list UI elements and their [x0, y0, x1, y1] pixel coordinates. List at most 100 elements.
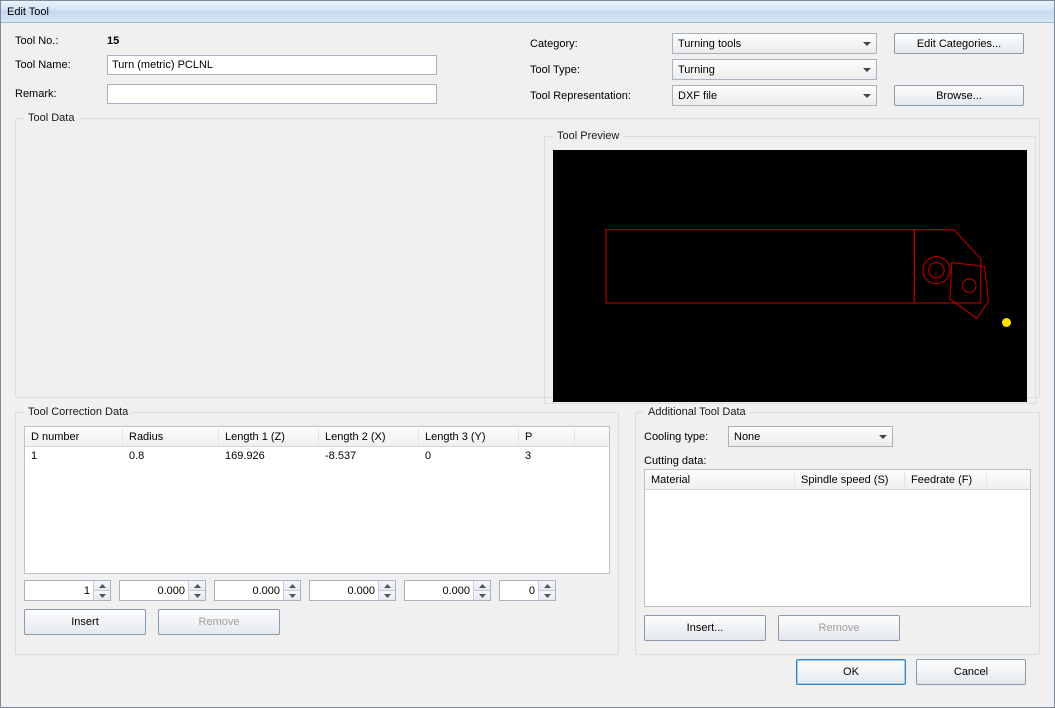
lower-right: Additional Tool Data Cooling type: None … — [635, 406, 1040, 655]
spinner[interactable] — [24, 580, 111, 601]
spinner[interactable] — [119, 580, 206, 601]
spinner-arrows — [93, 581, 110, 600]
col-header[interactable]: D number — [25, 429, 123, 445]
lower: Tool Correction Data D numberRadiusLengt… — [15, 406, 1040, 655]
tool-type-value: Turning — [678, 64, 715, 76]
col-header[interactable]: Length 1 (Z) — [219, 429, 319, 445]
correction-body: 10.8169.926-8.53703 — [25, 447, 609, 465]
spinner-input[interactable] — [405, 581, 473, 600]
correction-header-row: D numberRadiusLength 1 (Z)Length 2 (X)Le… — [25, 427, 609, 447]
label-remark: Remark: — [15, 88, 107, 100]
tool-correction-legend: Tool Correction Data — [24, 406, 132, 418]
cooling-value: None — [734, 431, 760, 443]
spinner-up-icon[interactable] — [189, 581, 205, 591]
tool-drawing-svg — [553, 150, 1027, 402]
correction-table[interactable]: D numberRadiusLength 1 (Z)Length 2 (X)Le… — [24, 426, 610, 574]
spinner-down-icon[interactable] — [189, 591, 205, 600]
spinner-up-icon[interactable] — [284, 581, 300, 591]
spinner-down-icon[interactable] — [379, 591, 395, 600]
edit-categories-button[interactable]: Edit Categories... — [894, 33, 1024, 54]
remove-cutting-button[interactable]: Remove — [778, 615, 900, 641]
col-header[interactable]: P — [519, 429, 575, 445]
label-tool-type: Tool Type: — [530, 64, 660, 76]
spinner-row — [24, 580, 610, 601]
titlebar: Edit Tool — [1, 1, 1054, 23]
spinner-arrows — [473, 581, 490, 600]
ok-button[interactable]: OK — [796, 659, 906, 685]
table-cell: 169.926 — [219, 448, 319, 464]
top-row: Tool No.: 15 Tool Name: Remark: Category… — [15, 33, 1040, 106]
spinner-input[interactable] — [310, 581, 378, 600]
col-header[interactable]: Length 2 (X) — [319, 429, 419, 445]
table-cell: -8.537 — [319, 448, 419, 464]
spinner[interactable] — [404, 580, 491, 601]
top-left: Tool No.: 15 Tool Name: Remark: — [15, 33, 510, 106]
spinner-input[interactable] — [215, 581, 283, 600]
cutting-buttons: Insert... Remove — [644, 615, 1031, 641]
additional-legend: Additional Tool Data — [644, 406, 750, 418]
category-combo[interactable]: Turning tools — [672, 33, 877, 54]
dialog-window: Edit Tool Tool No.: 15 Tool Name: Remark… — [0, 0, 1055, 708]
table-cell: 0.8 — [123, 448, 219, 464]
spinner-arrows — [538, 581, 555, 600]
cooling-combo[interactable]: None — [728, 426, 893, 447]
tool-preview-canvas — [553, 150, 1027, 402]
tool-correction-group: Tool Correction Data D numberRadiusLengt… — [15, 406, 619, 655]
category-value: Turning tools — [678, 38, 741, 50]
spinner-input[interactable] — [500, 581, 538, 600]
browse-button[interactable]: Browse... — [894, 85, 1024, 106]
col-header[interactable]: Radius — [123, 429, 219, 445]
table-row[interactable]: 10.8169.926-8.53703 — [25, 447, 609, 465]
correction-buttons: Insert Remove — [24, 609, 610, 635]
insert-cutting-button[interactable]: Insert... — [644, 615, 766, 641]
remark-input[interactable] — [107, 84, 437, 104]
tool-repr-combo[interactable]: DXF file — [672, 85, 877, 106]
tool-repr-value: DXF file — [678, 90, 717, 102]
tool-type-combo[interactable]: Turning — [672, 59, 877, 80]
col-header[interactable]: Spindle speed (S) — [795, 472, 905, 488]
middle: Tool Data Tool Preview — [15, 112, 1040, 398]
spinner-down-icon[interactable] — [539, 591, 555, 600]
spinner[interactable] — [214, 580, 301, 601]
remove-button[interactable]: Remove — [158, 609, 280, 635]
cutting-table[interactable]: MaterialSpindle speed (S)Feedrate (F) — [644, 469, 1031, 607]
spinner-up-icon[interactable] — [474, 581, 490, 591]
tool-data-legend: Tool Data — [24, 112, 78, 124]
spinner-input[interactable] — [120, 581, 188, 600]
dialog-content: Tool No.: 15 Tool Name: Remark: Category… — [1, 23, 1054, 707]
spinner-up-icon[interactable] — [539, 581, 555, 591]
cooling-row: Cooling type: None — [644, 426, 1031, 447]
spinner[interactable] — [499, 580, 556, 601]
insert-button[interactable]: Insert — [24, 609, 146, 635]
additional-tool-data-group: Additional Tool Data Cooling type: None … — [635, 406, 1040, 655]
tool-preview-legend: Tool Preview — [553, 130, 623, 142]
spinner-input[interactable] — [25, 581, 93, 600]
spinner-down-icon[interactable] — [94, 591, 110, 600]
window-title: Edit Tool — [7, 6, 49, 18]
spinner-arrows — [188, 581, 205, 600]
spinner-down-icon[interactable] — [474, 591, 490, 600]
tool-name-input[interactable] — [107, 55, 437, 75]
col-header[interactable]: Feedrate (F) — [905, 472, 987, 488]
label-tool-repr: Tool Representation: — [530, 90, 660, 102]
col-header[interactable]: Length 3 (Y) — [419, 429, 519, 445]
label-cooling: Cooling type: — [644, 431, 720, 443]
lower-left: Tool Correction Data D numberRadiusLengt… — [15, 406, 619, 655]
origin-marker-icon — [1002, 318, 1011, 327]
label-cutting-data: Cutting data: — [644, 455, 1031, 467]
spinner-up-icon[interactable] — [379, 581, 395, 591]
tool-preview-group: Tool Preview — [544, 130, 1036, 404]
label-category: Category: — [530, 38, 660, 50]
dialog-footer: OK Cancel — [15, 659, 1040, 695]
tool-data-group: Tool Data Tool Preview — [15, 112, 1040, 398]
spinner-down-icon[interactable] — [284, 591, 300, 600]
col-header[interactable]: Material — [645, 472, 795, 488]
label-tool-name: Tool Name: — [15, 59, 107, 71]
spinner-up-icon[interactable] — [94, 581, 110, 591]
label-tool-no: Tool No.: — [15, 35, 107, 47]
cancel-button[interactable]: Cancel — [916, 659, 1026, 685]
table-cell: 0 — [419, 448, 519, 464]
spinner[interactable] — [309, 580, 396, 601]
value-tool-no: 15 — [107, 35, 510, 47]
cutting-header-row: MaterialSpindle speed (S)Feedrate (F) — [645, 470, 1030, 490]
